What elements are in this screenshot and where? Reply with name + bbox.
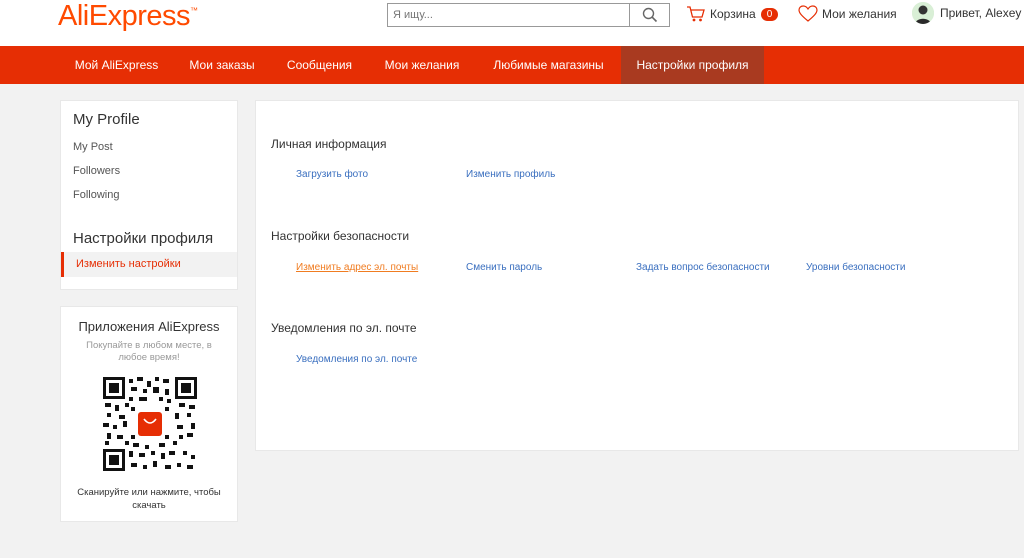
sidebar-profile-title: My Profile xyxy=(73,111,140,128)
app-promo-subtitle: Покупайте в любом месте, в любое время! xyxy=(86,340,212,363)
section-title-personal: Личная информация xyxy=(271,137,387,151)
main-nav: Мой AliExpress Мои заказы Сообщения Мои … xyxy=(0,46,1024,84)
heart-icon xyxy=(798,5,818,22)
nav-messages[interactable]: Сообщения xyxy=(271,46,368,84)
email-notifications-link[interactable]: Уведомления по эл. почте xyxy=(296,354,417,365)
app-promo-panel: Приложения AliExpress Покупайте в любом … xyxy=(60,306,238,522)
profile-sidebar: My Profile My Post Followers Following Н… xyxy=(60,100,238,290)
top-header: AliExpress™ Корзина 0 Мои желания xyxy=(0,0,1024,46)
search-button[interactable] xyxy=(629,4,669,26)
cart-count-badge: 0 xyxy=(760,7,779,21)
app-promo-footer: Сканируйте или нажмите, чтобы скачать xyxy=(77,487,221,511)
cart-label: Корзина xyxy=(710,7,756,21)
edit-profile-link[interactable]: Изменить профиль xyxy=(466,169,555,180)
cart-link[interactable]: Корзина 0 xyxy=(686,5,779,23)
upload-photo-link[interactable]: Загрузить фото xyxy=(296,169,368,180)
nav-wishlist[interactable]: Мои желания xyxy=(368,46,476,84)
section-title-security: Настройки безопасности xyxy=(271,229,410,243)
nav-my-aliexpress[interactable]: Мой AliExpress xyxy=(60,46,173,84)
search-box xyxy=(387,3,670,27)
avatar xyxy=(912,2,934,24)
change-password-link[interactable]: Сменить пароль xyxy=(466,262,542,273)
aliexpress-logo[interactable]: AliExpress™ xyxy=(58,0,198,33)
security-question-link[interactable]: Задать вопрос безопасности xyxy=(636,262,770,273)
sidebar-item-change-settings[interactable]: Изменить настройки xyxy=(61,252,237,277)
sidebar-item-my-post[interactable]: My Post xyxy=(73,141,113,153)
settings-panel: Личная информация Загрузить фото Изменит… xyxy=(255,100,1019,451)
search-icon xyxy=(642,7,657,23)
nav-favorite-stores[interactable]: Любимые магазины xyxy=(476,46,621,84)
change-email-link[interactable]: Изменить адрес эл. почты xyxy=(296,262,418,273)
user-menu[interactable]: Привет, Alexey xyxy=(912,2,1021,24)
user-avatar-icon xyxy=(912,2,934,24)
sidebar-item-followers[interactable]: Followers xyxy=(73,165,120,177)
wishlist-link[interactable]: Мои желания xyxy=(798,5,897,23)
section-title-email: Уведомления по эл. почте xyxy=(271,321,417,335)
nav-profile-settings[interactable]: Настройки профиля xyxy=(621,46,764,84)
nav-my-orders[interactable]: Мои заказы xyxy=(173,46,271,84)
qr-code-icon[interactable] xyxy=(103,377,197,471)
security-levels-link[interactable]: Уровни безопасности xyxy=(806,262,905,273)
cart-icon xyxy=(687,6,705,22)
user-greeting: Привет, Alexey xyxy=(940,6,1022,20)
wishlist-label: Мои желания xyxy=(822,7,897,21)
sidebar-item-label: Изменить настройки xyxy=(76,258,181,270)
sidebar-settings-title: Настройки профиля xyxy=(73,230,214,247)
logo-text: AliExpress xyxy=(58,0,191,32)
search-input[interactable] xyxy=(388,4,629,26)
sidebar-item-following[interactable]: Following xyxy=(73,189,119,201)
logo-trademark: ™ xyxy=(190,6,198,15)
app-promo-title: Приложения AliExpress xyxy=(78,319,220,334)
